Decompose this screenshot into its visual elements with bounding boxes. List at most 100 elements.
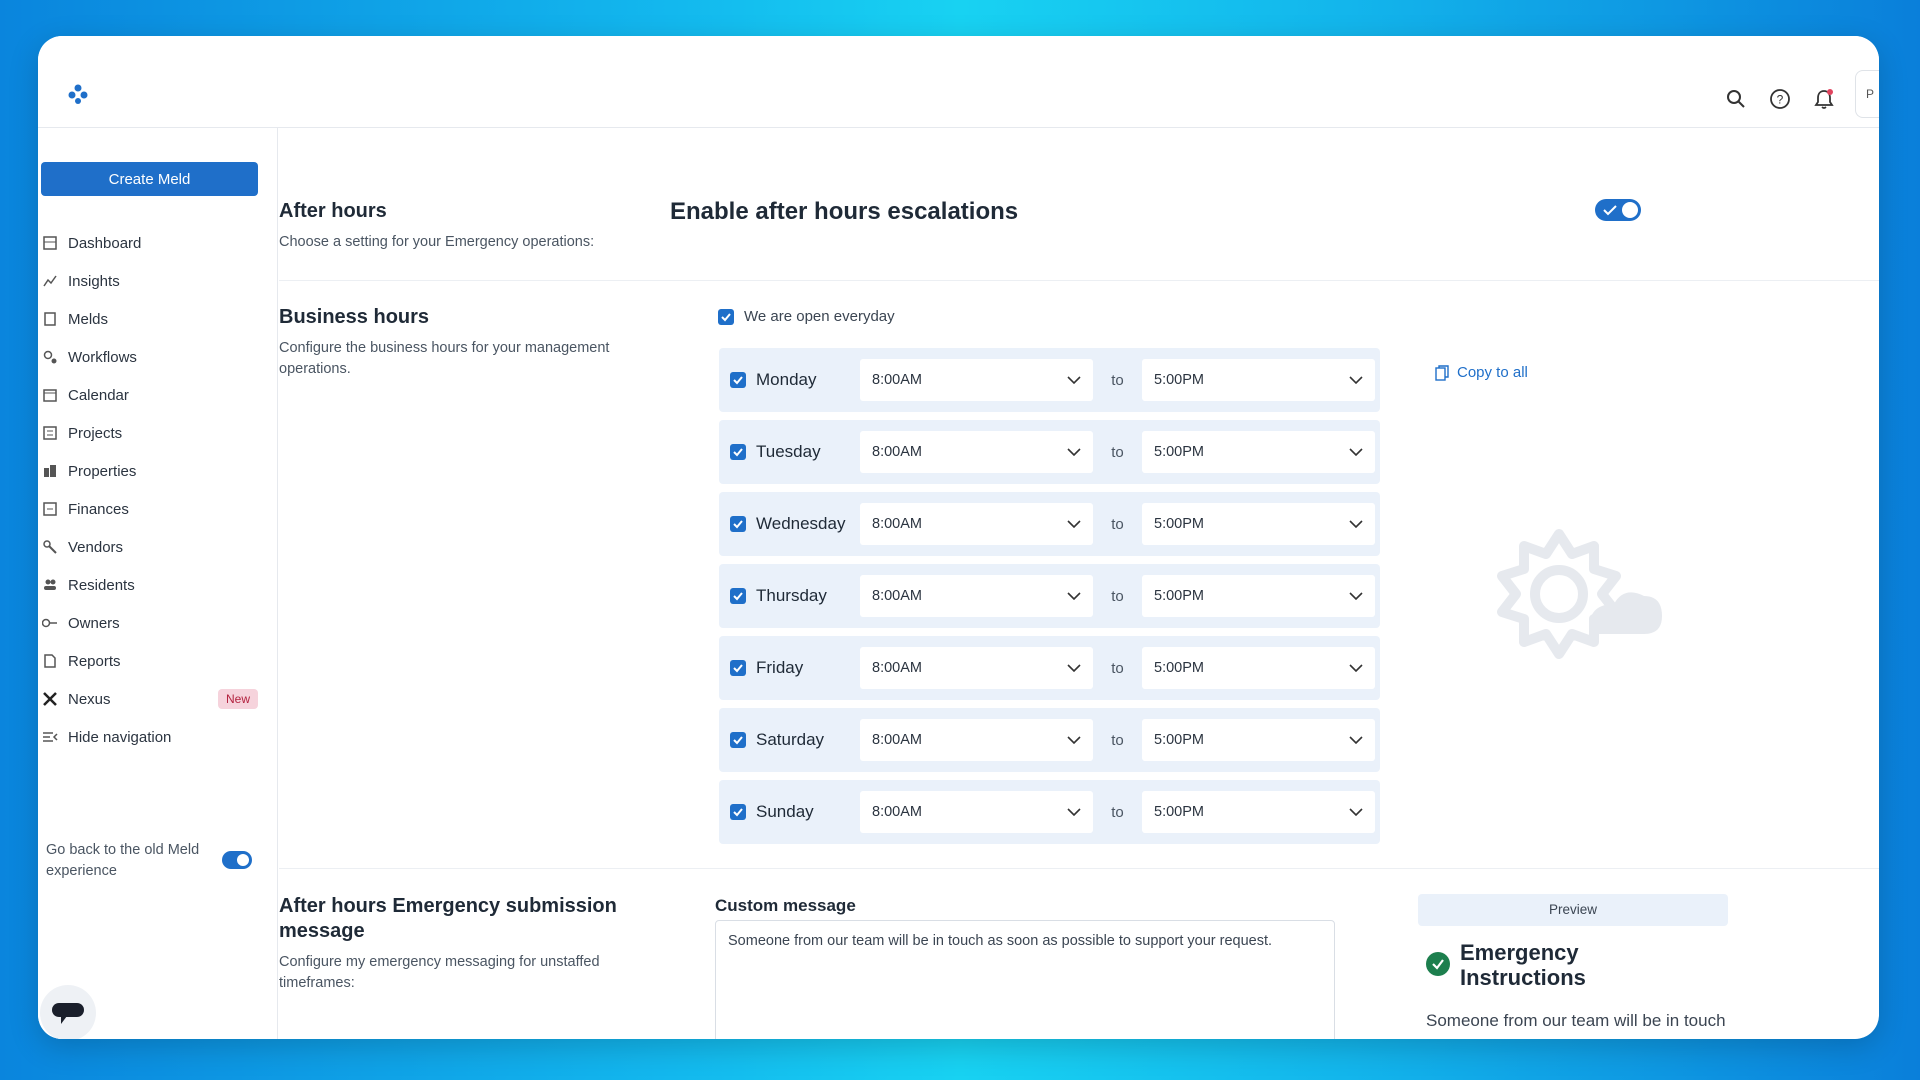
- enable-escalations-toggle[interactable]: [1595, 199, 1641, 221]
- end-time-value: 5:00PM: [1154, 588, 1204, 604]
- owners-icon: [42, 615, 58, 631]
- sidebar-nav: Dashboard Insights Melds Workflows Calen…: [42, 224, 272, 756]
- copy-icon: [1435, 364, 1449, 381]
- sidebar-item-projects[interactable]: Projects: [42, 414, 272, 452]
- divider: [279, 280, 1879, 281]
- day-checkbox[interactable]: [730, 804, 746, 820]
- logo-icon[interactable]: [66, 82, 90, 106]
- start-time-select[interactable]: 8:00AM: [860, 719, 1093, 761]
- end-time-select[interactable]: 5:00PM: [1142, 647, 1375, 689]
- day-checkbox[interactable]: [730, 660, 746, 676]
- hide-nav-icon: [42, 729, 58, 745]
- sidebar-item-nexus[interactable]: Nexus New: [42, 680, 272, 718]
- to-label: to: [1111, 731, 1124, 749]
- end-time-value: 5:00PM: [1154, 660, 1204, 676]
- chevron-down-icon: [1067, 448, 1081, 456]
- start-time-value: 8:00AM: [872, 516, 922, 532]
- sidebar-item-label: Finances: [68, 500, 129, 518]
- dashboard-icon: [42, 235, 58, 251]
- old-experience-toggle[interactable]: [222, 851, 252, 869]
- end-time-value: 5:00PM: [1154, 804, 1204, 820]
- hide-navigation-button[interactable]: Hide navigation: [42, 718, 272, 756]
- chevron-down-icon: [1067, 592, 1081, 600]
- end-time-select[interactable]: 5:00PM: [1142, 359, 1375, 401]
- sidebar-item-residents[interactable]: Residents: [42, 566, 272, 604]
- sidebar-item-dashboard[interactable]: Dashboard: [42, 224, 272, 262]
- sidebar-item-vendors[interactable]: Vendors: [42, 528, 272, 566]
- day-checkbox[interactable]: [730, 444, 746, 460]
- start-time-value: 8:00AM: [872, 660, 922, 676]
- sidebar-item-insights[interactable]: Insights: [42, 262, 272, 300]
- copy-to-all-label: Copy to all: [1457, 364, 1528, 381]
- open-everyday-checkbox[interactable]: We are open everyday: [718, 308, 895, 325]
- reports-icon: [42, 653, 58, 669]
- enable-escalations-label: Enable after hours escalations: [670, 198, 1019, 225]
- chevron-down-icon: [1349, 808, 1363, 816]
- custom-message-textarea[interactable]: Someone from our team will be in touch a…: [715, 920, 1335, 1039]
- sidebar-item-finances[interactable]: Finances: [42, 490, 272, 528]
- chevron-down-icon: [1067, 376, 1081, 384]
- preview-card: Emergency Instructions Someone from our …: [1426, 940, 1726, 1039]
- top-bar: ? P: [38, 36, 1879, 128]
- preview-title-text: Emergency Instructions: [1460, 940, 1586, 990]
- melds-icon: [42, 311, 58, 327]
- end-time-select[interactable]: 5:00PM: [1142, 791, 1375, 833]
- nexus-icon: [42, 691, 58, 707]
- day-checkbox[interactable]: [730, 516, 746, 532]
- sidebar-item-reports[interactable]: Reports: [42, 642, 272, 680]
- day-name: Thursday: [756, 586, 827, 605]
- sidebar-item-label: Nexus: [68, 690, 111, 708]
- start-time-value: 8:00AM: [872, 588, 922, 604]
- to-label: to: [1111, 515, 1124, 533]
- sidebar-item-owners[interactable]: Owners: [42, 604, 272, 642]
- emergency-message-description: Configure my emergency messaging for uns…: [279, 954, 600, 991]
- preview-title: Emergency Instructions: [1426, 940, 1726, 990]
- weather-illustration-icon: [1494, 524, 1664, 669]
- day-checkbox[interactable]: [730, 732, 746, 748]
- chevron-down-icon: [1349, 664, 1363, 672]
- sidebar-item-label: Residents: [68, 576, 135, 594]
- avatar[interactable]: P: [1855, 70, 1879, 118]
- help-icon[interactable]: ?: [1767, 86, 1793, 112]
- header-actions: ? P: [1723, 70, 1879, 118]
- end-time-select[interactable]: 5:00PM: [1142, 575, 1375, 617]
- start-time-select[interactable]: 8:00AM: [860, 647, 1093, 689]
- day-name: Friday: [756, 658, 804, 677]
- chat-icon[interactable]: [40, 985, 96, 1039]
- start-time-value: 8:00AM: [872, 804, 922, 820]
- business-hours-title: Business hours: [279, 306, 430, 328]
- start-time-select[interactable]: 8:00AM: [860, 575, 1093, 617]
- properties-icon: [42, 463, 58, 479]
- day-checkbox[interactable]: [730, 372, 746, 388]
- new-badge: New: [217, 689, 258, 709]
- sidebar-item-workflows[interactable]: Workflows: [42, 338, 272, 376]
- end-time-select[interactable]: 5:00PM: [1142, 503, 1375, 545]
- sidebar-item-label: Insights: [68, 272, 120, 290]
- svg-text:?: ?: [1777, 93, 1784, 107]
- day-checkbox[interactable]: [730, 588, 746, 604]
- sidebar-item-label: Reports: [68, 652, 121, 670]
- start-time-select[interactable]: 8:00AM: [860, 503, 1093, 545]
- create-meld-button[interactable]: Create Meld: [41, 162, 258, 196]
- day-row-sunday: Sunday 8:00AM to 5:00PM: [719, 780, 1380, 844]
- to-label: to: [1111, 587, 1124, 605]
- start-time-select[interactable]: 8:00AM: [860, 431, 1093, 473]
- to-label: to: [1111, 803, 1124, 821]
- check-circle-icon: [1426, 952, 1450, 976]
- sidebar-item-label: Workflows: [68, 348, 137, 366]
- start-time-select[interactable]: 8:00AM: [860, 359, 1093, 401]
- vendors-icon: [42, 539, 58, 555]
- bell-icon[interactable]: [1811, 86, 1837, 112]
- search-icon[interactable]: [1723, 86, 1749, 112]
- end-time-select[interactable]: 5:00PM: [1142, 431, 1375, 473]
- sidebar-item-label: Projects: [68, 424, 123, 442]
- copy-to-all-link[interactable]: Copy to all: [1435, 364, 1528, 381]
- end-time-value: 5:00PM: [1154, 732, 1204, 748]
- start-time-value: 8:00AM: [872, 372, 922, 388]
- sidebar-item-melds[interactable]: Melds: [42, 300, 272, 338]
- sidebar-item-calendar[interactable]: Calendar: [42, 376, 272, 414]
- end-time-select[interactable]: 5:00PM: [1142, 719, 1375, 761]
- start-time-select[interactable]: 8:00AM: [860, 791, 1093, 833]
- sidebar-item-properties[interactable]: Properties: [42, 452, 272, 490]
- start-time-value: 8:00AM: [872, 732, 922, 748]
